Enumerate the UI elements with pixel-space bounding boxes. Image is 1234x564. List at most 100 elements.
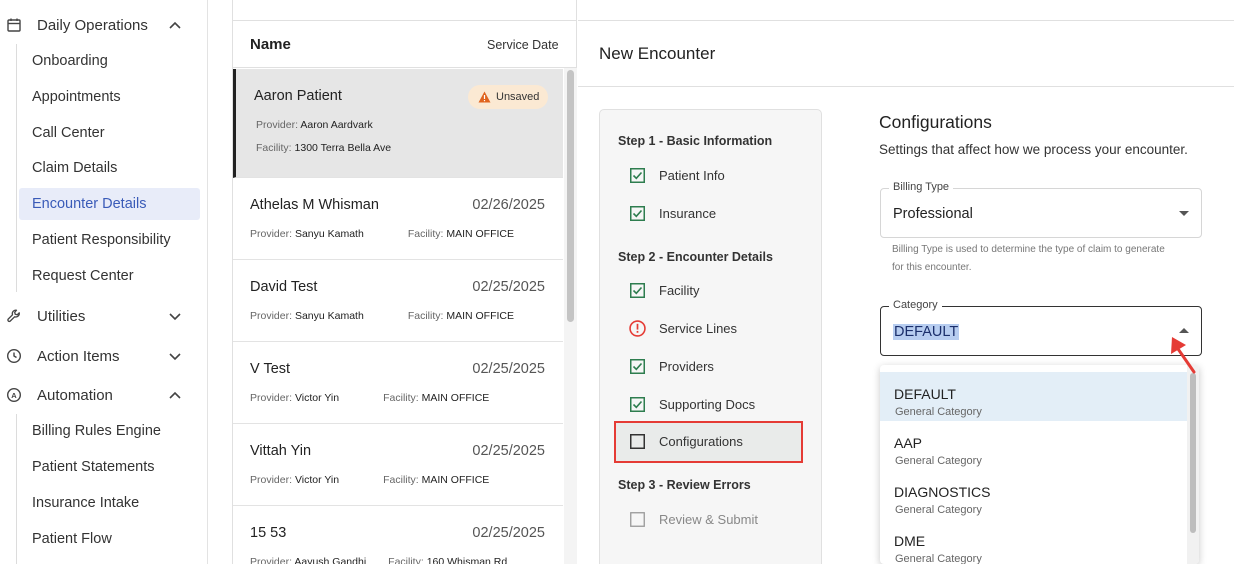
facility-label: Facility: (407, 310, 444, 322)
option-label: DIAGNOSTICS (894, 484, 991, 500)
encounter-row[interactable]: Vittah Yin 02/25/2025 Provider: Victor Y… (233, 424, 563, 506)
step-item-insurance[interactable]: Insurance (630, 202, 805, 224)
checkbox-checked-icon (630, 167, 645, 183)
step-item-patient-info[interactable]: Patient Info (630, 164, 805, 186)
step-item-service-lines[interactable]: Service Lines (629, 317, 805, 339)
sidebar-section-automation[interactable]: A Automation (0, 378, 208, 412)
dropdown-scrollbar-thumb[interactable] (1190, 373, 1196, 533)
step-label: Insurance (659, 205, 717, 221)
automation-icon: A (6, 387, 22, 403)
step-label: Patient Info (659, 167, 725, 183)
step-item-review-submit[interactable]: Review & Submit (630, 508, 805, 530)
checkbox-unchecked-icon (630, 433, 645, 449)
checkbox-checked-icon (630, 396, 645, 412)
provider-label: Provider: (250, 310, 293, 322)
checkbox-disabled-icon (630, 511, 645, 527)
divider (578, 20, 1234, 21)
facility-value: MAIN OFFICE (421, 392, 490, 404)
row-meta: Provider: Aayush Gandhi Facility: 160 Whi… (250, 556, 507, 564)
encounter-list: Name Service Date Aaron Patient Unsaved … (232, 0, 577, 564)
facility-value: 1300 Terra Bella Ave (294, 142, 392, 154)
step-label: Facility (659, 282, 700, 298)
billing-type-help: Billing Type is used to determine the ty… (892, 241, 1192, 277)
sidebar-section-daily-operations[interactable]: Daily Operations (0, 8, 208, 42)
sidebar-item-patient-statements[interactable]: Patient Statements (19, 451, 200, 483)
sidebar-item-appointments[interactable]: Appointments (19, 81, 200, 113)
tree-line (16, 414, 17, 564)
dropdown-option[interactable]: DME General Category (880, 519, 1187, 564)
column-header-name[interactable]: Name (250, 36, 291, 53)
patient-name: Athelas M Whisman (250, 197, 379, 213)
provider-label: Provider: (250, 556, 293, 564)
sidebar-section-action-items[interactable]: Action Items (0, 339, 208, 373)
chevron-up-icon (169, 21, 181, 29)
sidebar-item-onboarding[interactable]: Onboarding (19, 45, 200, 77)
dropdown-option[interactable]: DEFAULT General Category (880, 372, 1187, 421)
facility-value: MAIN OFFICE (421, 474, 490, 486)
sidebar-item-request-center[interactable]: Request Center (19, 260, 200, 292)
section-title: Configurations (879, 112, 992, 132)
unsaved-badge: Unsaved (468, 85, 548, 109)
list-scrollbar-thumb[interactable] (567, 70, 574, 322)
tree-line (16, 44, 17, 292)
sidebar-item-insurance-intake[interactable]: Insurance Intake (19, 487, 200, 519)
page-title: New Encounter (599, 44, 716, 63)
facility-value: MAIN OFFICE (446, 228, 515, 240)
step-label: Service Lines (659, 320, 738, 336)
section-subtitle: Settings that affect how we process your… (879, 142, 1188, 157)
dropdown-option[interactable]: DIAGNOSTICS General Category (880, 470, 1187, 519)
billing-type-select[interactable]: Billing Type Professional (880, 181, 1202, 238)
encounter-row-selected[interactable]: Aaron Patient Unsaved Provider: Aaron Aa… (233, 69, 563, 178)
step-label: Providers (659, 358, 714, 374)
warning-icon (478, 91, 491, 103)
sidebar-item-encounter-details[interactable]: Encounter Details (19, 188, 200, 220)
service-date: 02/25/2025 (472, 279, 545, 295)
step-item-facility[interactable]: Facility (630, 279, 805, 301)
sidebar-item-patient-flow[interactable]: Patient Flow (19, 523, 200, 555)
encounter-row[interactable]: V Test 02/25/2025 Provider: Victor Yin Fa… (233, 342, 563, 424)
sidebar-item-billing-rules-engine[interactable]: Billing Rules Engine (19, 415, 200, 447)
step-item-configurations[interactable]: Configurations (630, 430, 805, 452)
sidebar-section-label: Automation (37, 386, 113, 404)
facility-label: Facility: (383, 392, 419, 404)
facility-line: Facility: 1300 Terra Bella Ave (256, 142, 391, 154)
provider-line: Provider: Aaron Aardvark (256, 119, 373, 131)
option-label: AAP (894, 435, 923, 451)
clock-icon (6, 348, 22, 364)
steps-panel: Step 1 - Basic Information Patient Info … (599, 109, 822, 564)
row-meta: Provider: Sanyu Kamath Facility: MAIN OFF… (250, 228, 514, 240)
service-date: 02/26/2025 (472, 197, 545, 213)
sidebar-item-claim-details[interactable]: Claim Details (19, 152, 200, 184)
encounter-row[interactable]: 15 53 02/25/2025 Provider: Aayush Gandhi… (233, 506, 563, 564)
list-header: Name Service Date (233, 20, 577, 68)
encounter-row[interactable]: Athelas M Whisman 02/26/2025 Provider: S… (233, 178, 563, 260)
category-select[interactable]: Category DEFAULT (880, 299, 1202, 356)
sidebar-section-utilities[interactable]: Utilities (0, 299, 208, 333)
chevron-up-icon (169, 391, 181, 399)
sidebar-item-patient-responsibility[interactable]: Patient Responsibility (19, 224, 200, 256)
provider-value: Victor Yin (294, 392, 340, 404)
column-header-service-date[interactable]: Service Date (487, 38, 559, 52)
step-heading: Step 3 - Review Errors (618, 478, 751, 492)
chevron-down-icon (169, 353, 181, 361)
patient-name: Aaron Patient (254, 88, 342, 104)
help-line: Billing Type is used to determine the ty… (892, 244, 1165, 255)
patient-name: David Test (250, 279, 318, 295)
patient-name: Vittah Yin (250, 443, 312, 459)
provider-value: Victor Yin (294, 474, 340, 486)
svg-text:A: A (11, 391, 17, 400)
service-date: 02/25/2025 (472, 443, 545, 459)
field-value[interactable]: DEFAULT (893, 324, 960, 340)
provider-label: Provider: (250, 392, 293, 404)
option-label: DEFAULT (894, 386, 956, 402)
sidebar-section-label: Action Items (37, 347, 120, 365)
encounter-row[interactable]: David Test 02/25/2025 Provider: Sanyu Ka… (233, 260, 563, 342)
sidebar-item-call-center[interactable]: Call Center (19, 117, 200, 149)
step-item-providers[interactable]: Providers (630, 355, 805, 377)
sidebar: Daily Operations Onboarding Appointments… (0, 0, 208, 564)
step-item-supporting-docs[interactable]: Supporting Docs (630, 393, 805, 415)
dropdown-option[interactable]: AAP General Category (880, 421, 1187, 470)
facility-value: 160 Whisman Rd (426, 556, 508, 564)
provider-label: Provider: (256, 119, 299, 131)
step-label: Configurations (659, 433, 743, 449)
